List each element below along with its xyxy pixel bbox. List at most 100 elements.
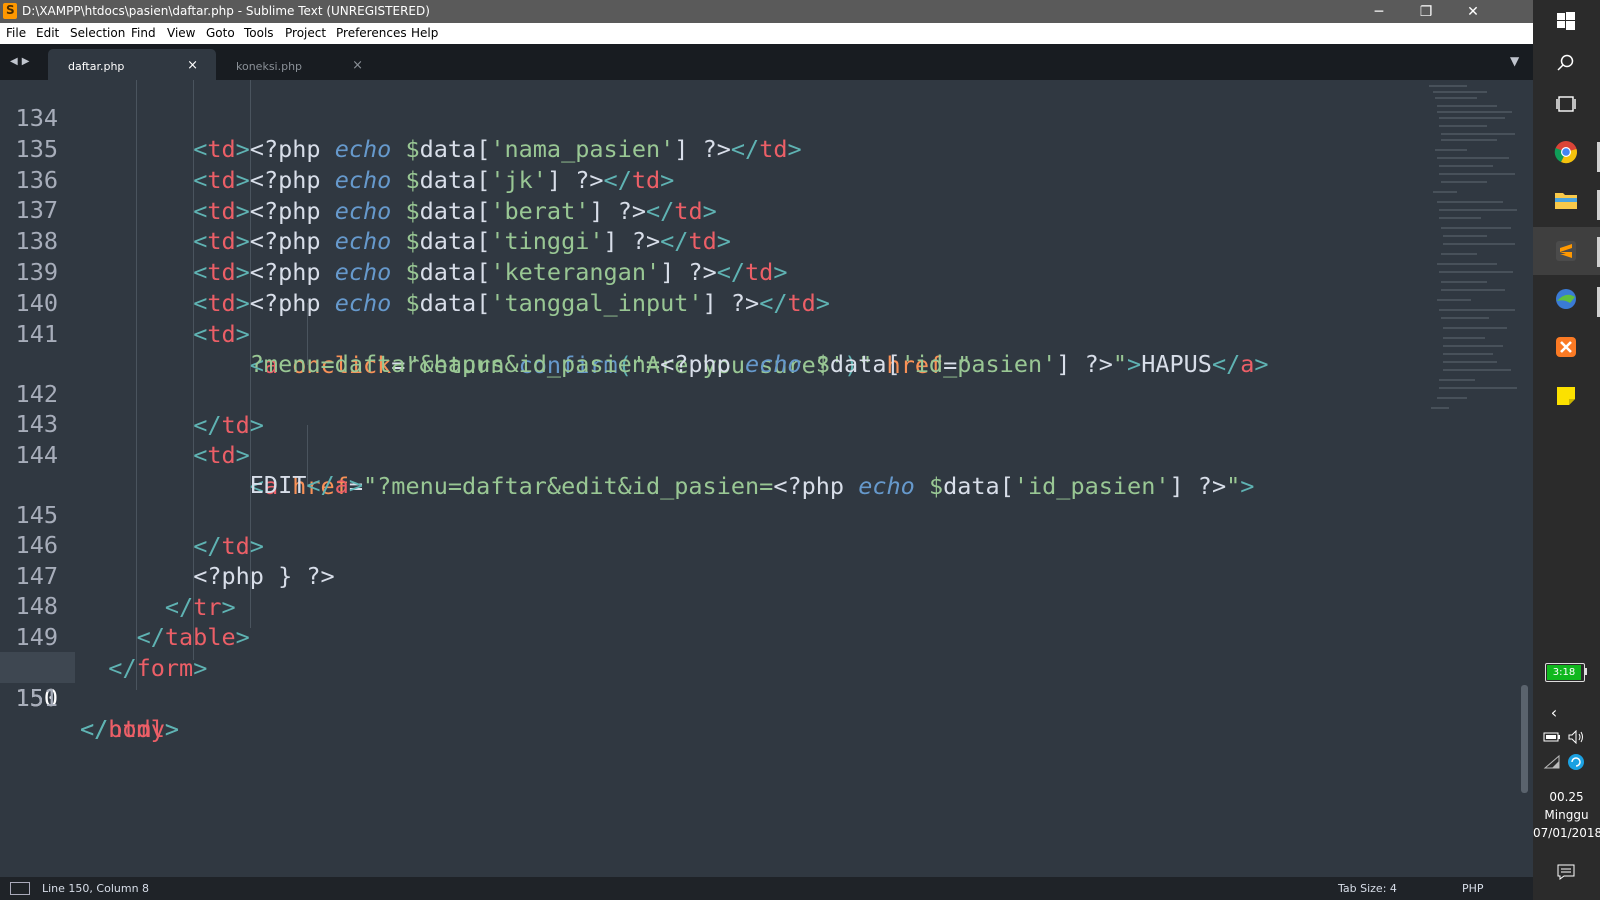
code-line: 135 <td><?php echo $data['jk'] ?></td> bbox=[0, 103, 675, 194]
idm-icon[interactable] bbox=[1553, 286, 1579, 312]
bracket: ] bbox=[1169, 472, 1184, 500]
code-line: 147 </tr> bbox=[0, 530, 236, 621]
keyword: echo bbox=[334, 289, 392, 317]
php-close: ?> bbox=[561, 166, 604, 194]
tab-nav-arrows-icon[interactable]: ◀▶ bbox=[10, 56, 33, 67]
window-title: D:\XAMPP\htdocs\pasien\daftar.php - Subl… bbox=[22, 4, 430, 18]
var-sigil: $ bbox=[405, 166, 420, 194]
maximize-button[interactable]: ❐ bbox=[1403, 0, 1449, 23]
file-explorer-icon[interactable] bbox=[1553, 187, 1579, 213]
minimize-button[interactable]: ─ bbox=[1356, 0, 1402, 23]
tag-bracket: </ bbox=[730, 135, 760, 163]
tag-bracket: < bbox=[193, 197, 208, 225]
tag-bracket: > bbox=[235, 258, 250, 286]
keyword: echo bbox=[334, 135, 392, 163]
tag-bracket: </ bbox=[80, 715, 109, 743]
line-content: ?menu=daftar&hapus&id_pasien=<?php echo … bbox=[80, 349, 1269, 380]
code-line-wrap: ?menu=daftar&hapus&id_pasien=<?php echo … bbox=[0, 318, 1269, 378]
tab-koneksi-php[interactable]: koneksi.php × bbox=[216, 49, 381, 80]
vertical-scrollbar[interactable] bbox=[1521, 685, 1528, 793]
menu-preferences[interactable]: Preferences bbox=[336, 26, 407, 40]
tab-close-icon[interactable]: × bbox=[352, 58, 363, 73]
php-open: <?php bbox=[249, 289, 335, 317]
syntax-mode[interactable]: PHP bbox=[1462, 882, 1484, 895]
sticky-notes-icon[interactable] bbox=[1553, 383, 1579, 409]
xampp-icon[interactable] bbox=[1553, 334, 1579, 360]
line-content: </td> bbox=[80, 531, 264, 562]
tag-bracket: > bbox=[773, 258, 788, 286]
clock-date[interactable]: 07/01/2018 bbox=[1533, 826, 1600, 840]
menu-find[interactable]: Find bbox=[131, 26, 156, 40]
tab-bar: ◀▶ daftar.php × koneksi.php × ▼ bbox=[0, 44, 1533, 80]
link-text: HAPUS bbox=[1141, 350, 1212, 378]
php-close: ?> bbox=[1183, 472, 1227, 500]
menu-help[interactable]: Help bbox=[411, 26, 438, 40]
bracket: ] bbox=[546, 166, 562, 194]
tab-dropdown-icon[interactable]: ▼ bbox=[1510, 54, 1519, 68]
tag-bracket: > bbox=[235, 320, 250, 348]
string: ?menu=daftar&hapus&id_pasien= bbox=[249, 350, 661, 378]
menu-goto[interactable]: Goto bbox=[206, 26, 235, 40]
sublime-icon[interactable] bbox=[1553, 238, 1579, 264]
tab-close-icon[interactable]: × bbox=[187, 58, 198, 73]
tab-size[interactable]: Tab Size: 4 bbox=[1338, 882, 1397, 895]
bracket: [ bbox=[999, 472, 1014, 500]
tag-bracket: < bbox=[193, 135, 208, 163]
menu-selection[interactable]: Selection bbox=[70, 26, 125, 40]
tag-bracket: > bbox=[815, 289, 830, 317]
code-line: 146 <?php } ?> bbox=[0, 499, 335, 590]
tag-name: td bbox=[207, 441, 236, 469]
sync-icon[interactable] bbox=[1563, 749, 1589, 775]
menu-file[interactable]: File bbox=[6, 26, 26, 40]
chrome-icon[interactable] bbox=[1553, 139, 1579, 165]
tag-bracket: </ bbox=[306, 471, 335, 499]
tag-bracket: > bbox=[787, 135, 802, 163]
windows-icon[interactable] bbox=[1553, 8, 1579, 34]
tag-name: td bbox=[207, 197, 236, 225]
task-view-icon[interactable] bbox=[1553, 91, 1579, 117]
line-content: <td><?php echo $data['tanggal_input'] ?>… bbox=[80, 288, 830, 319]
menu-view[interactable]: View bbox=[167, 26, 195, 40]
tag-bracket: > bbox=[235, 441, 250, 469]
menu-project[interactable]: Project bbox=[285, 26, 326, 40]
clock-time[interactable]: 00.25 bbox=[1533, 790, 1600, 804]
volume-icon[interactable] bbox=[1563, 724, 1589, 750]
var-sigil: $ bbox=[405, 289, 420, 317]
variable: data bbox=[419, 166, 477, 194]
php-open: <?php bbox=[249, 135, 335, 163]
code-line: 149 </form> bbox=[0, 591, 208, 682]
variable: data bbox=[419, 258, 477, 286]
menu-tools[interactable]: Tools bbox=[244, 26, 274, 40]
close-button[interactable]: ✕ bbox=[1450, 0, 1496, 23]
line-content: </html> bbox=[80, 714, 179, 745]
php-open: <?php bbox=[249, 227, 335, 255]
minimap[interactable] bbox=[1427, 82, 1519, 422]
bracket: [ bbox=[476, 227, 491, 255]
clock-day[interactable]: Minggu bbox=[1533, 808, 1600, 822]
tag-name: html bbox=[108, 715, 165, 743]
menu-edit[interactable]: Edit bbox=[36, 26, 59, 40]
chevron-left-icon[interactable]: ‹ bbox=[1541, 699, 1567, 725]
tab-daftar-php[interactable]: daftar.php × bbox=[48, 49, 216, 80]
tag-bracket: </ bbox=[108, 654, 137, 682]
tag-bracket: > bbox=[249, 532, 264, 560]
action-center-icon[interactable] bbox=[1553, 859, 1579, 885]
code-editor[interactable]: 134 <td><?php echo $data['nama_pasien'] … bbox=[0, 80, 1533, 877]
variable: data bbox=[943, 472, 1000, 500]
wifi-icon[interactable] bbox=[1539, 749, 1565, 775]
battery-icon[interactable] bbox=[1539, 724, 1565, 750]
bracket: [ bbox=[476, 135, 491, 163]
tab-label: koneksi.php bbox=[236, 60, 303, 73]
string: 'tinggi' bbox=[490, 227, 604, 255]
string: 'tanggal_input' bbox=[490, 289, 703, 317]
line-content: EDIT</a> bbox=[80, 470, 363, 501]
code-line: 144 <a href="?menu=daftar&edit&id_pasien… bbox=[0, 409, 1255, 500]
tag-bracket: </ bbox=[193, 411, 222, 439]
php-open: <?php bbox=[249, 197, 335, 225]
search-icon[interactable] bbox=[1553, 50, 1579, 76]
bracket: [ bbox=[476, 258, 491, 286]
tag-bracket: </ bbox=[660, 227, 689, 255]
tag-bracket: < bbox=[193, 227, 208, 255]
panel-toggle-icon[interactable] bbox=[10, 882, 30, 895]
tag-bracket: </ bbox=[603, 166, 632, 194]
